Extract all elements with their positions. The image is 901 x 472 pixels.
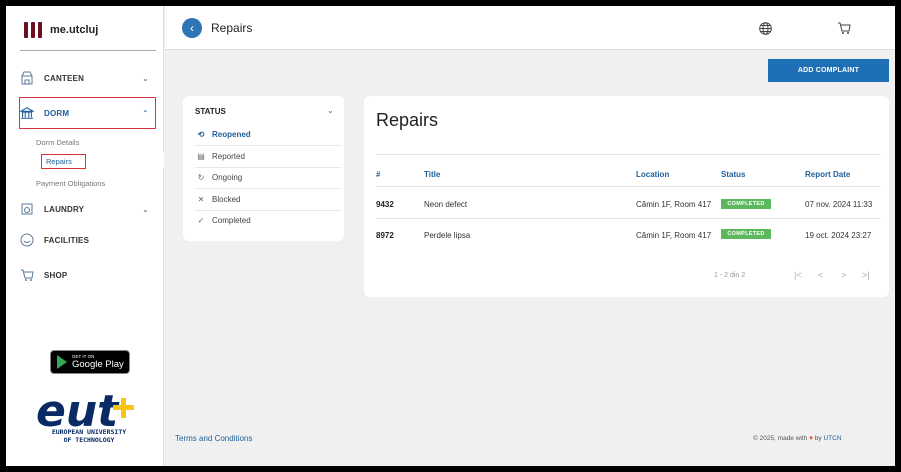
repair-date: 19 oct. 2024 23:27 bbox=[805, 231, 872, 240]
brand[interactable]: me.utcluj bbox=[24, 22, 98, 38]
store-icon bbox=[20, 71, 34, 85]
app-frame: me.utcluj CANTEEN ⌄ DORM ⌃ Dorm Details … bbox=[6, 6, 895, 466]
column-header-title[interactable]: Title bbox=[424, 170, 440, 179]
status-item-blocked[interactable]: ✕ Blocked bbox=[195, 195, 341, 204]
top-bar: ‹ Repairs bbox=[165, 6, 895, 50]
divider bbox=[195, 145, 341, 146]
repair-title: Neon defect bbox=[424, 200, 468, 209]
divider bbox=[20, 50, 156, 51]
repair-title: Perdele lipsa bbox=[424, 231, 471, 240]
sidebar-item-laundry[interactable]: LAUNDRY bbox=[20, 202, 84, 216]
sidebar-item-label: DORM bbox=[44, 108, 70, 118]
google-play-badge[interactable]: GET IT ON Google Play bbox=[50, 350, 130, 374]
smile-icon bbox=[20, 233, 34, 247]
chevron-down-icon[interactable]: ⌄ bbox=[142, 74, 149, 83]
divider bbox=[195, 188, 341, 189]
check-icon: ✓ bbox=[197, 216, 205, 225]
status-item-reported[interactable]: ▤ Reported bbox=[195, 152, 341, 161]
sidebar-item-canteen[interactable]: CANTEEN bbox=[20, 71, 84, 85]
add-complaint-button[interactable]: ADD COMPLAINT bbox=[768, 59, 889, 82]
globe-icon[interactable] bbox=[759, 22, 772, 35]
brand-name: me.utcluj bbox=[50, 24, 99, 36]
prev-page-button[interactable]: < bbox=[818, 270, 823, 280]
terms-link[interactable]: Terms and Conditions bbox=[175, 434, 252, 443]
eut-caption: EUROPEAN UNIVERSITY OF TECHNOLOGY bbox=[51, 428, 127, 444]
cart-icon bbox=[20, 268, 34, 282]
reopen-icon: ⟲ bbox=[197, 130, 205, 139]
sidebar-item-facilities[interactable]: FACILITIES bbox=[20, 233, 89, 247]
last-page-button[interactable]: >| bbox=[862, 270, 870, 280]
divider bbox=[376, 154, 881, 155]
column-header-location[interactable]: Location bbox=[636, 170, 669, 179]
page-title: Repairs bbox=[211, 21, 253, 35]
status-item-completed[interactable]: ✓ Completed bbox=[195, 216, 341, 225]
back-button[interactable]: ‹ bbox=[182, 18, 202, 38]
chevron-down-icon[interactable]: ⌄ bbox=[142, 205, 149, 214]
sidebar: me.utcluj CANTEEN ⌄ DORM ⌃ Dorm Details … bbox=[6, 6, 164, 466]
sidebar-subitem-payment-obligations[interactable]: Payment Obligations bbox=[36, 179, 105, 188]
divider bbox=[195, 167, 341, 168]
x-icon: ✕ bbox=[197, 195, 205, 204]
pager-count: 1 - 2 din 2 bbox=[714, 272, 746, 279]
utcn-logo bbox=[24, 22, 42, 38]
divider bbox=[376, 186, 881, 187]
repair-location: Cămin 1F, Room 417 bbox=[636, 231, 712, 240]
status-heading: STATUS bbox=[195, 107, 226, 116]
sidebar-subitem-dorm-details[interactable]: Dorm Details bbox=[36, 138, 79, 147]
column-header-status[interactable]: Status bbox=[721, 170, 745, 179]
refresh-icon: ↻ bbox=[197, 173, 205, 182]
status-filter-card: STATUS ⌄ ⟲ Reopened ▤ Reported ↻ Ongoing… bbox=[183, 96, 344, 241]
repair-id: 8972 bbox=[376, 231, 394, 240]
heart-icon: ♥ bbox=[809, 435, 813, 442]
repairs-card: Repairs # Title Location Status Report D… bbox=[364, 96, 889, 297]
badge-big-text: Google Play bbox=[72, 358, 124, 370]
status-badge: COMPLETED bbox=[721, 199, 771, 209]
divider bbox=[376, 218, 881, 219]
column-header-id[interactable]: # bbox=[376, 170, 380, 179]
sidebar-item-dorm[interactable]: DORM bbox=[20, 106, 69, 120]
status-item-reopened[interactable]: ⟲ Reopened bbox=[195, 130, 341, 139]
sidebar-item-label: LAUNDRY bbox=[44, 204, 85, 214]
next-page-button[interactable]: > bbox=[841, 270, 846, 280]
chevron-up-icon[interactable]: ⌃ bbox=[142, 109, 149, 118]
column-header-report-date[interactable]: Report Date bbox=[805, 170, 850, 179]
panel-pointer bbox=[154, 151, 164, 169]
repair-date: 07 nov. 2024 11:33 bbox=[805, 200, 873, 209]
repair-id: 9432 bbox=[376, 200, 394, 209]
sidebar-item-label: SHOP bbox=[44, 270, 68, 280]
building-icon bbox=[20, 106, 34, 120]
sidebar-item-shop[interactable]: SHOP bbox=[20, 268, 67, 282]
repair-location: Cămin 1F, Room 417 bbox=[636, 200, 712, 209]
chevron-down-icon[interactable]: ⌄ bbox=[327, 106, 334, 115]
divider bbox=[195, 210, 341, 211]
sidebar-item-label: FACILITIES bbox=[44, 235, 90, 245]
sidebar-subitem-repairs[interactable]: Repairs bbox=[46, 157, 72, 166]
utcn-link[interactable]: UTCN bbox=[823, 435, 841, 442]
status-item-ongoing[interactable]: ↻ Ongoing bbox=[195, 173, 341, 182]
cart-icon[interactable] bbox=[837, 21, 851, 35]
play-icon bbox=[57, 355, 67, 369]
repairs-title: Repairs bbox=[376, 110, 439, 130]
first-page-button[interactable]: |< bbox=[794, 270, 802, 280]
washer-icon bbox=[20, 202, 34, 216]
report-icon: ▤ bbox=[197, 152, 205, 161]
copyright: © 2025, made with ♥ by UTCN bbox=[753, 435, 842, 442]
sidebar-item-label: CANTEEN bbox=[44, 73, 85, 83]
status-badge: COMPLETED bbox=[721, 229, 771, 239]
